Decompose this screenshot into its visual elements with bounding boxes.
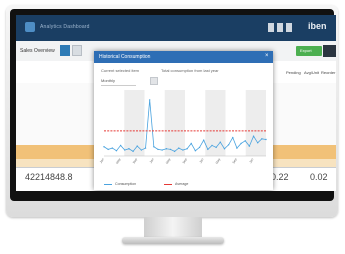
total-left: 42214848.8 [25,172,73,182]
data-point[interactable] [161,149,163,151]
view-toggle-alt-button[interactable] [72,45,82,56]
screen: Analytics Dashboard iben Sales Overview … [16,15,336,191]
x-tick-label: Sep [231,157,237,164]
monitor-stand-neck [144,217,202,239]
export-button-label: Export [300,48,312,53]
data-point[interactable] [244,140,246,142]
total-right: 0.02 [310,172,328,182]
data-point[interactable] [240,142,242,145]
view-toggle-button[interactable] [60,45,70,56]
chart-band [164,90,185,156]
chart-legend: Consumption Average [104,182,188,186]
data-point[interactable] [248,145,251,147]
data-point[interactable] [144,147,147,149]
data-point[interactable] [169,148,172,151]
x-tick-label: Jan [99,157,105,164]
data-point[interactable] [236,147,238,149]
print-icon[interactable] [150,77,158,85]
x-tick-label: Jan [248,157,254,164]
titlebar-icons [268,23,292,32]
app-title: Analytics Dashboard [40,24,90,30]
menu-button[interactable] [323,45,336,57]
app-logo-icon [25,22,35,32]
x-tick-label: May [215,157,222,165]
modal-label-left: Current selected item [101,68,140,73]
data-point[interactable] [252,135,255,137]
monitor-bezel: Analytics Dashboard iben Sales Overview … [10,9,336,201]
data-point[interactable] [182,149,184,151]
data-point[interactable] [132,150,134,153]
data-point[interactable] [103,146,105,148]
settings-icon[interactable] [277,23,283,32]
modal-title: Historical Consumption [99,54,151,60]
data-point[interactable] [136,145,138,147]
monitor: Analytics Dashboard iben Sales Overview … [6,5,338,217]
data-point[interactable] [256,142,259,144]
data-point[interactable] [148,99,151,101]
data-point[interactable] [165,148,168,150]
data-point[interactable] [265,138,267,141]
x-tick-label: Sep [132,157,138,164]
legend-item-consumption: Consumption [104,182,136,186]
data-point[interactable] [207,148,209,151]
close-icon[interactable]: × [265,53,269,59]
period-select[interactable]: Monthly [101,78,136,86]
data-point[interactable] [202,139,205,141]
data-point[interactable] [232,136,234,139]
data-point[interactable] [186,148,188,150]
data-point[interactable] [115,150,118,152]
consumption-modal: Historical Consumption × Current selecte… [94,51,273,190]
data-point[interactable] [124,149,126,151]
column-header: Avg/Unit [304,70,320,75]
monitor-stand-base [122,237,224,244]
data-point[interactable] [173,150,176,153]
modal-header: Historical Consumption × [94,51,273,63]
data-point[interactable] [215,146,217,149]
data-point[interactable] [194,150,197,152]
x-tick-label: May [115,157,122,165]
consumption-chart: Jan May Sep Jan May Sep Jan May Sep Jan [99,90,267,165]
modal-label-right: Total consumption from last year [161,68,219,73]
x-tick-label: May [165,157,172,165]
data-point[interactable] [140,149,143,151]
data-point[interactable] [190,142,192,145]
legend-swatch [104,183,112,185]
data-point[interactable] [227,144,230,146]
data-point[interactable] [223,148,226,150]
data-point[interactable] [128,148,130,150]
legend-swatch [164,183,173,185]
data-point[interactable] [219,141,222,143]
toolbar-label: Sales Overview [20,48,55,54]
data-point[interactable] [211,144,213,147]
data-point[interactable] [107,148,109,151]
x-tick-label: Sep [182,157,188,164]
legend-item-average: Average [164,182,188,186]
column-header: Pending [286,70,301,75]
monitor-chin [6,201,338,217]
column-header: Reorder [321,70,336,75]
data-point[interactable] [198,146,201,149]
user-icon[interactable] [286,23,292,32]
data-point[interactable] [261,138,263,140]
app-titlebar: Analytics Dashboard iben [16,15,336,41]
x-tick-label: Jan [199,157,205,164]
data-point[interactable] [119,144,122,147]
legend-label: Average [175,182,189,186]
data-point[interactable] [178,147,180,149]
data-point[interactable] [153,146,155,148]
brand-logo: iben [308,21,327,31]
chart-band [124,90,145,156]
x-tick-label: Jan [149,157,155,164]
total-mid: 0.22 [271,172,289,182]
notification-icon[interactable] [268,23,274,32]
data-point[interactable] [111,147,114,149]
data-point[interactable] [157,148,159,151]
legend-label: Consumption [115,182,137,186]
